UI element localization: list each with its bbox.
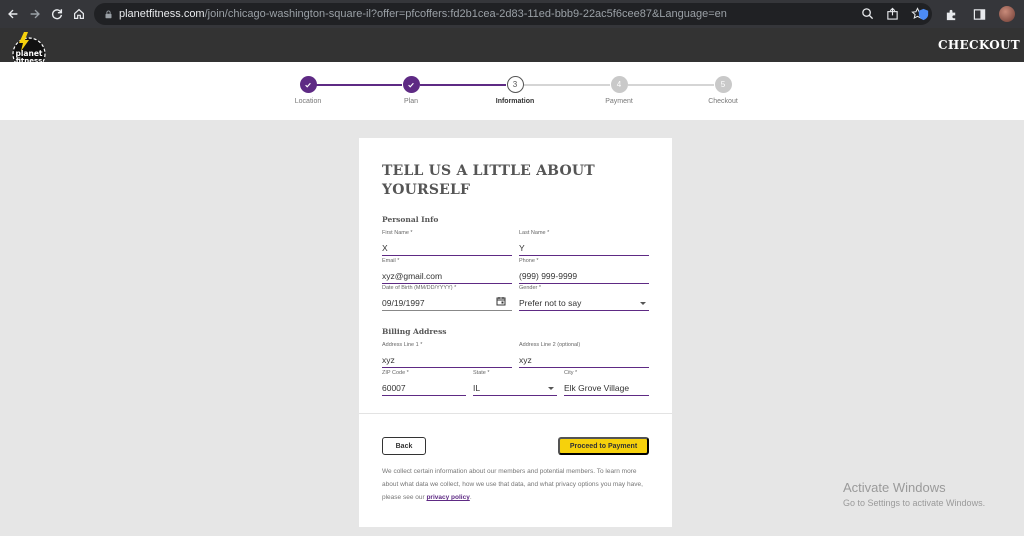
sidepanel-icon[interactable] <box>970 5 988 23</box>
field-value[interactable]: Elk Grove Village <box>564 383 629 393</box>
field-label: Email * <box>382 258 400 264</box>
billing-address-title: Billing Address <box>382 327 447 336</box>
browser-toolbar: planetfitness.com/join/chicago-washingto… <box>0 0 1024 28</box>
step-location[interactable]: Location <box>278 76 338 105</box>
chevron-down-icon[interactable] <box>548 387 554 390</box>
progress-stepper: Location Plan 3 Information 4 Payment 5 … <box>0 62 1024 120</box>
field-value[interactable]: X <box>382 243 388 253</box>
field-value[interactable]: (999) 999-9999 <box>519 271 577 281</box>
page-title: CHECKOUT <box>938 38 1020 52</box>
check-icon <box>402 76 420 93</box>
step-number: 4 <box>610 76 628 93</box>
first-name-field[interactable]: First Name * X <box>382 230 512 256</box>
field-label: Address Line 2 (optional) <box>519 342 581 348</box>
address-line-1-field[interactable]: Address Line 1 * xyz <box>382 342 512 368</box>
home-icon[interactable] <box>68 3 90 25</box>
step-label: Location <box>294 98 322 105</box>
privacy-policy-link[interactable]: privacy policy <box>426 494 469 501</box>
step-information: 3 Information <box>485 76 545 105</box>
city-field[interactable]: City * Elk Grove Village <box>564 370 649 396</box>
field-value[interactable]: xyz <box>519 355 532 365</box>
field-value[interactable]: Prefer not to say <box>519 298 581 308</box>
field-value[interactable]: Y <box>519 243 525 253</box>
zip-code-field[interactable]: ZIP Code * 60007 <box>382 370 466 396</box>
gender-select[interactable]: Gender * Prefer not to say <box>519 285 649 311</box>
step-label: Plan <box>403 98 418 105</box>
disclaimer-text: We collect certain information about our… <box>382 468 643 501</box>
step-checkout: 5 Checkout <box>693 76 753 105</box>
step-number: 3 <box>506 76 524 93</box>
last-name-field[interactable]: Last Name * Y <box>519 230 649 256</box>
chevron-down-icon[interactable] <box>640 302 646 305</box>
watermark-title: Activate Windows <box>843 480 946 495</box>
field-label: Phone * <box>519 258 539 264</box>
zoom-icon[interactable] <box>861 7 874 20</box>
extension-icon[interactable] <box>914 5 932 23</box>
profile-avatar[interactable] <box>998 5 1016 23</box>
section-divider <box>359 413 672 414</box>
field-label: Address Line 1 * <box>382 342 423 348</box>
form-heading: TELL US A LITTLE ABOUT YOURSELF <box>382 163 595 198</box>
field-value[interactable]: IL <box>473 383 480 393</box>
step-number: 5 <box>714 76 732 93</box>
puzzle-icon[interactable] <box>942 5 960 23</box>
reload-icon[interactable] <box>46 3 68 25</box>
step-plan[interactable]: Plan <box>381 76 441 105</box>
privacy-disclaimer: We collect certain information about our… <box>382 465 652 504</box>
field-label: State * <box>473 370 490 376</box>
field-label: First Name * <box>382 230 413 236</box>
site-header: planet fitness CHECKOUT <box>0 28 1024 71</box>
step-label: Information <box>495 98 535 105</box>
field-value[interactable]: xyz <box>382 355 395 365</box>
url-host: planetfitness.com <box>119 8 205 20</box>
forward-icon[interactable] <box>24 3 46 25</box>
field-label: Last Name * <box>519 230 550 236</box>
url-path: /join/chicago-washington-square-il?offer… <box>204 8 727 20</box>
personal-info-title: Personal Info <box>382 215 439 224</box>
field-label: City * <box>564 370 578 376</box>
back-icon[interactable] <box>2 3 24 25</box>
email-field[interactable]: Email * xyz@gmail.com <box>382 258 512 284</box>
disclaimer-end: . <box>469 494 472 501</box>
step-payment: 4 Payment <box>589 76 649 105</box>
windows-activation-watermark: Activate Windows Go to Settings to activ… <box>843 480 985 508</box>
share-icon[interactable] <box>886 7 899 20</box>
field-label: Gender * <box>519 285 542 291</box>
step-label: Checkout <box>708 98 738 105</box>
step-label: Payment <box>605 98 633 105</box>
field-value[interactable]: 09/19/1997 <box>382 298 425 308</box>
url-text[interactable]: planetfitness.com/join/chicago-washingto… <box>119 8 727 20</box>
field-value[interactable]: xyz@gmail.com <box>382 271 442 281</box>
field-label: Date of Birth (MM/DD/YYYY) * <box>382 285 457 291</box>
proceed-to-payment-button[interactable]: Proceed to Payment <box>558 437 649 455</box>
lock-icon[interactable] <box>104 10 113 19</box>
address-line-2-field[interactable]: Address Line 2 (optional) xyz <box>519 342 649 368</box>
phone-field[interactable]: Phone * (999) 999-9999 <box>519 258 649 284</box>
address-bar[interactable]: planetfitness.com/join/chicago-washingto… <box>94 3 932 25</box>
calendar-icon[interactable] <box>496 296 506 306</box>
state-select[interactable]: State * IL <box>473 370 557 396</box>
date-of-birth-field[interactable]: Date of Birth (MM/DD/YYYY) * 09/19/1997 <box>382 285 512 311</box>
watermark-subtitle: Go to Settings to activate Windows. <box>843 498 986 508</box>
check-icon <box>299 76 317 93</box>
field-label: ZIP Code * <box>382 370 409 376</box>
info-form-card: TELL US A LITTLE ABOUT YOURSELF Personal… <box>359 138 672 527</box>
field-value[interactable]: 60007 <box>382 383 406 393</box>
back-button[interactable]: Back <box>382 437 426 455</box>
